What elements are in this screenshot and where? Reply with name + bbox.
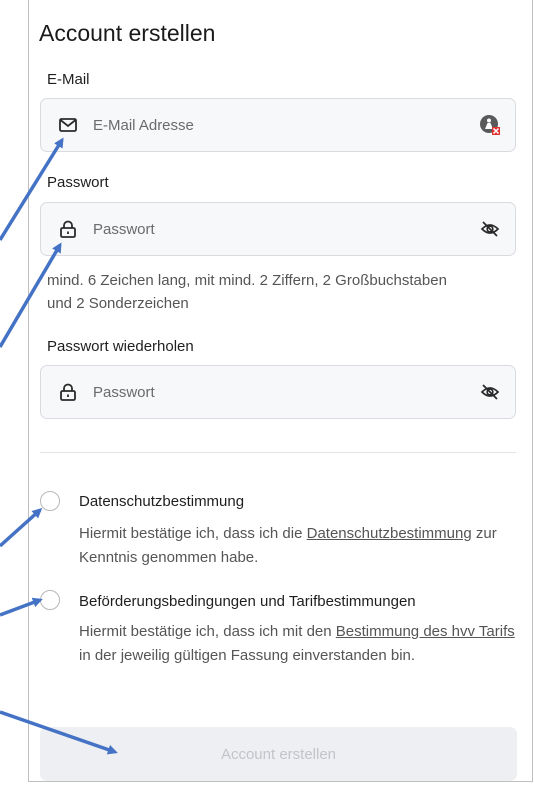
arrow-to-email-field [0,137,64,241]
arrow-to-privacy-radio [0,507,43,548]
annotation-arrows [0,137,118,755]
arrow-to-submit-button [0,710,118,755]
arrow-to-terms-radio [0,597,43,617]
arrow-to-password-field [0,242,62,348]
